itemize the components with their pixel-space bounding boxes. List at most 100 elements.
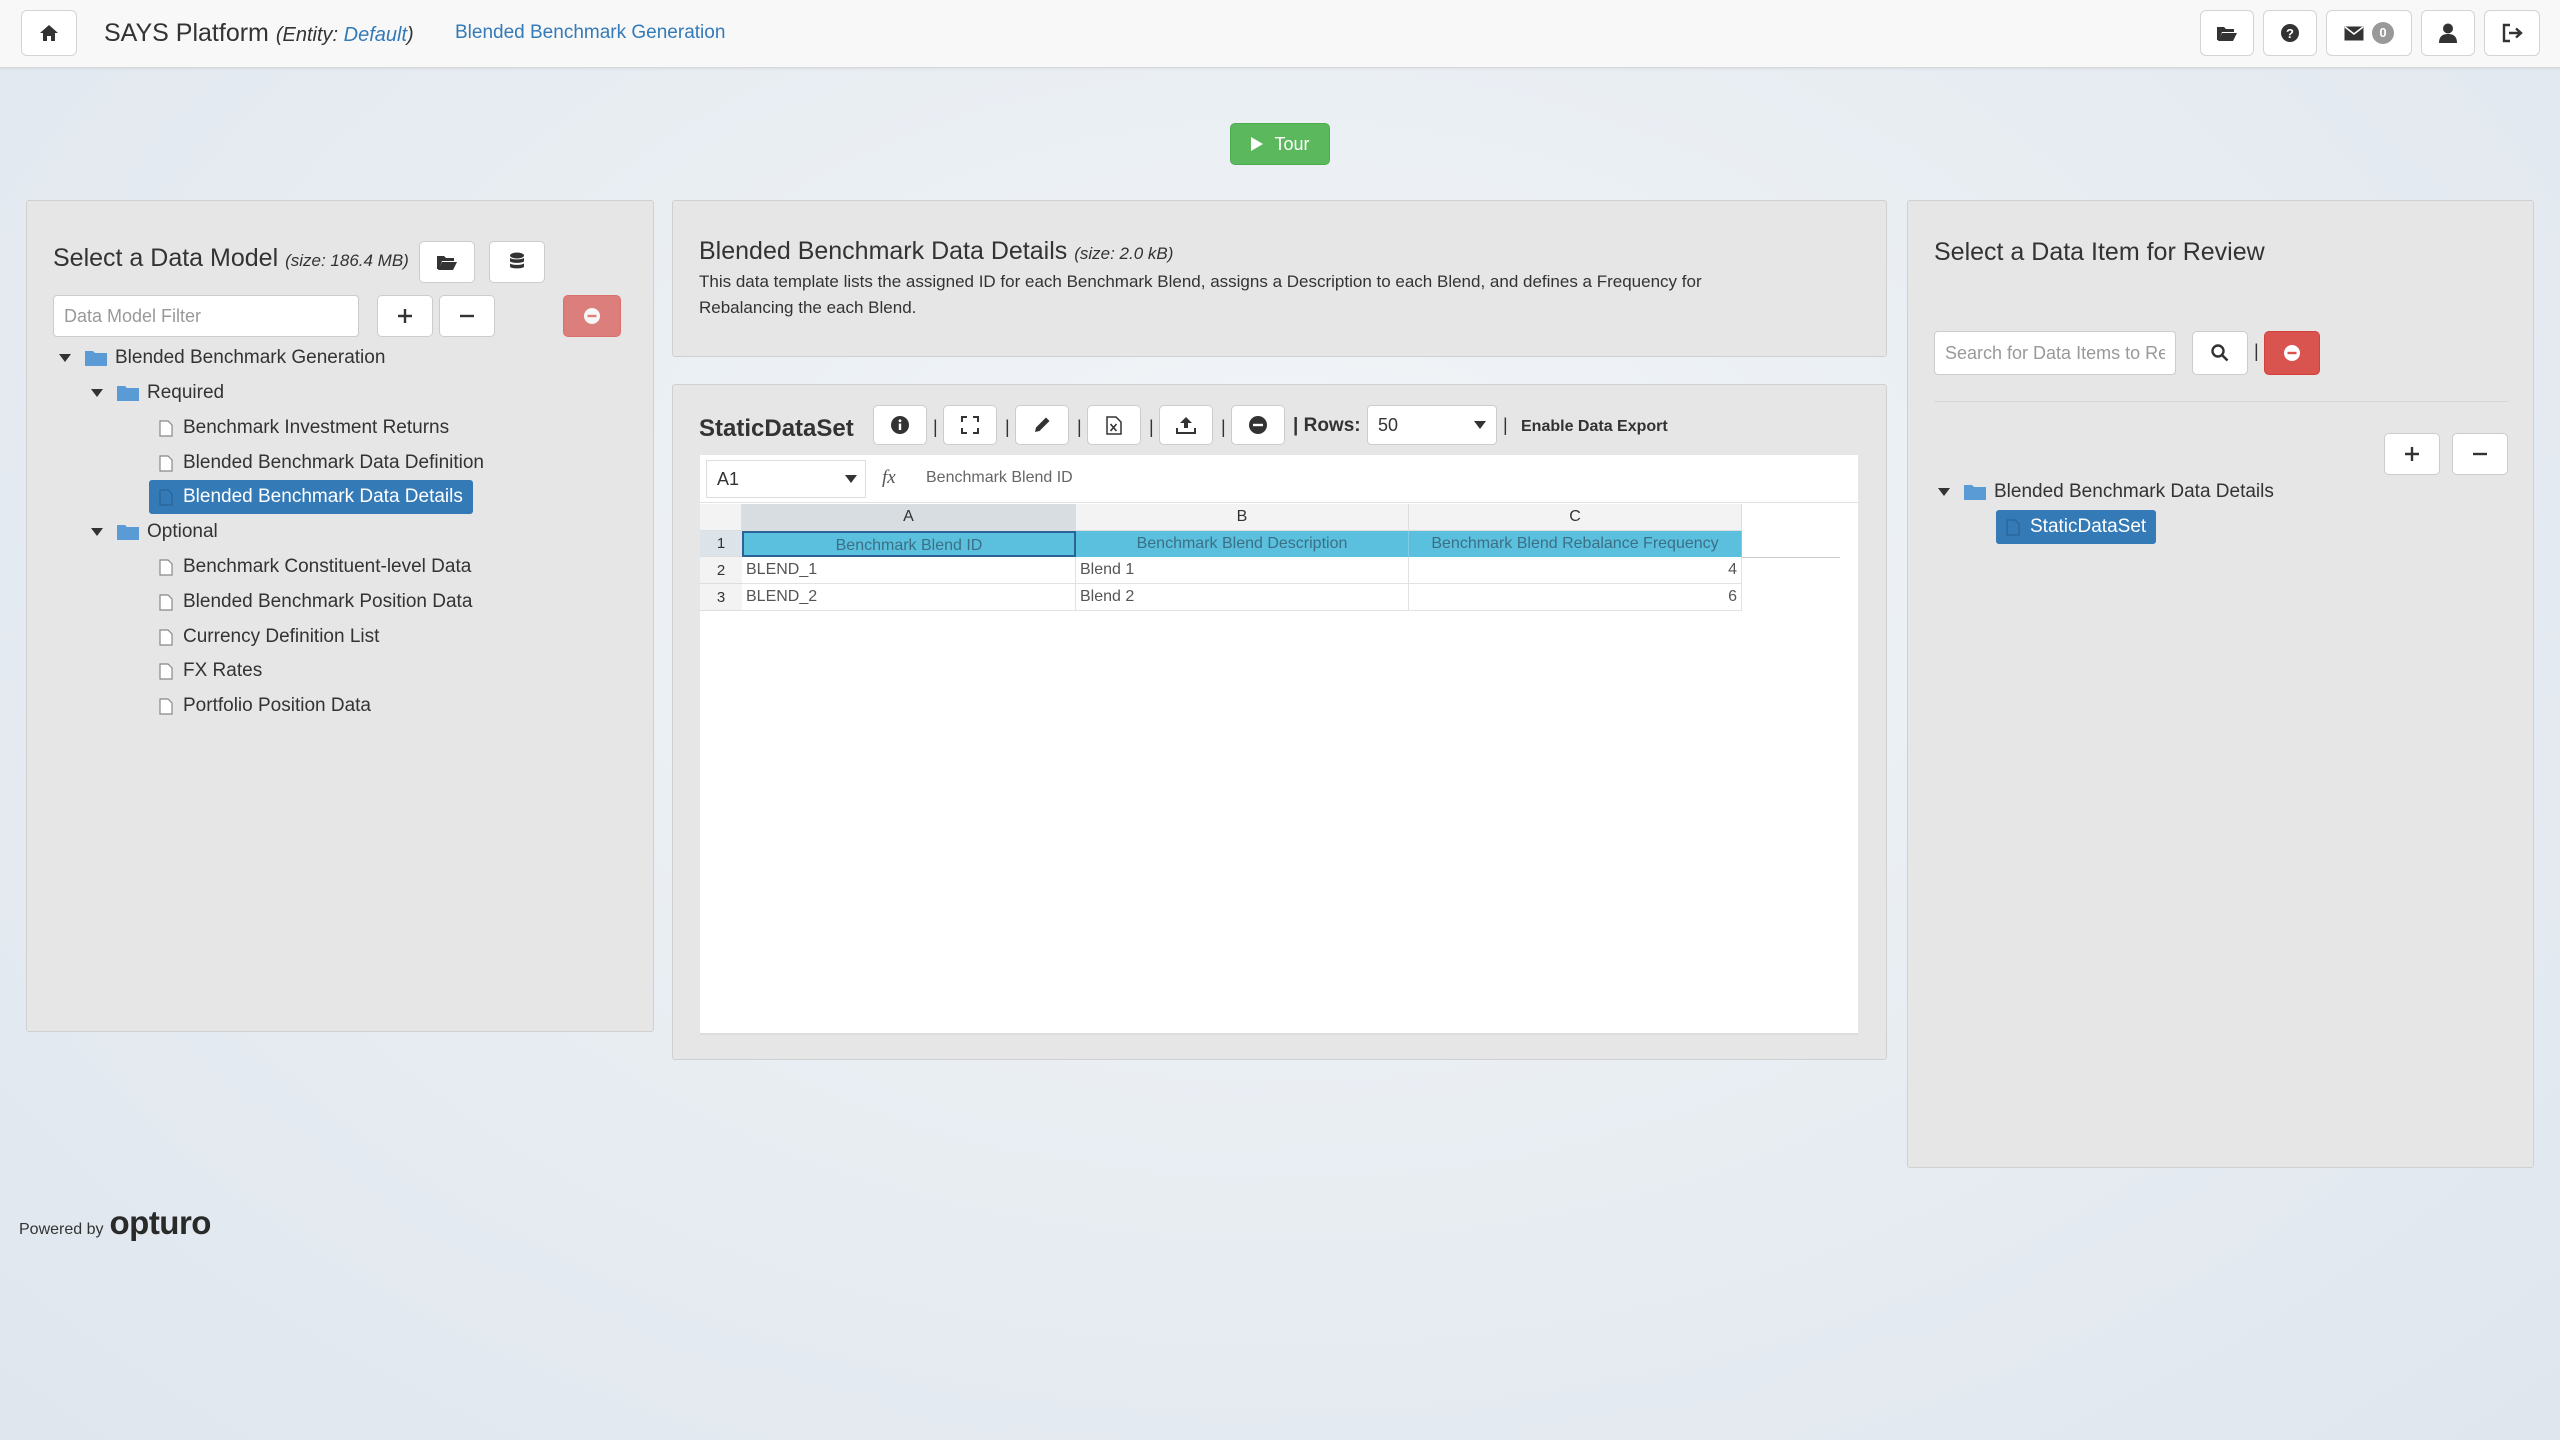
tree-node-label: Blended Benchmark Generation <box>115 347 386 368</box>
tree-leaf-blended-benchmark-data-definition[interactable]: Blended Benchmark Data Definition <box>159 446 484 480</box>
collapse-tree-button[interactable] <box>2452 433 2508 475</box>
file-icon <box>159 628 173 646</box>
minus-circle-icon <box>2283 344 2301 362</box>
tree-node-optional[interactable]: Optional <box>87 515 218 549</box>
caret-down-icon <box>845 475 857 483</box>
opturo-logo: opturo <box>109 1204 212 1241</box>
cell-b2[interactable]: Blend 1 <box>1076 557 1409 584</box>
tree-leaf-fx-rates[interactable]: FX Rates <box>159 654 262 688</box>
cell-reference-box[interactable]: A1 <box>706 460 866 498</box>
cell-c3[interactable]: 6 <box>1409 584 1742 611</box>
powered-by-footer: Powered by opturo <box>19 1204 211 1242</box>
row-header-2[interactable]: 2 <box>700 557 742 584</box>
row-header-3[interactable]: 3 <box>700 584 742 611</box>
fullscreen-button[interactable] <box>943 405 997 445</box>
formula-input[interactable]: Benchmark Blend ID <box>926 469 1073 487</box>
entity-value[interactable]: Default <box>344 24 407 46</box>
toolbar-separator: | <box>1077 417 1082 437</box>
breadcrumb-link[interactable]: Blended Benchmark Generation <box>455 22 725 44</box>
tree-leaf-currency-definition-list[interactable]: Currency Definition List <box>159 620 379 654</box>
data-model-panel: Select a Data Model (size: 186.4 MB) Ble… <box>26 200 654 1032</box>
info-button[interactable] <box>873 405 927 445</box>
tree-leaf-label: Blended Benchmark Data Details <box>183 486 463 507</box>
tree-node-root[interactable]: Blended Benchmark Generation <box>55 341 385 375</box>
search-button[interactable] <box>2192 331 2248 375</box>
caret-down-icon[interactable] <box>55 354 75 362</box>
data-model-filter-input[interactable] <box>53 295 359 337</box>
toolbar-separator: | <box>1503 415 1508 435</box>
database-button[interactable] <box>489 241 545 283</box>
tree-leaf-blended-benchmark-position-data[interactable]: Blended Benchmark Position Data <box>159 585 472 619</box>
header-cell-c1[interactable]: Benchmark Blend Rebalance Frequency <box>1409 531 1742 557</box>
tree-leaf-benchmark-investment-returns[interactable]: Benchmark Investment Returns <box>159 411 449 445</box>
toolbar-separator: | <box>933 417 938 437</box>
clear-search-button[interactable] <box>2264 331 2320 375</box>
plus-icon <box>2404 446 2420 462</box>
file-icon <box>2006 518 2020 536</box>
toolbar-separator: | <box>1149 417 1154 437</box>
caret-down-icon[interactable] <box>87 389 107 397</box>
cell-a2[interactable]: BLEND_1 <box>742 557 1076 584</box>
top-navbar: SAYS Platform (Entity: Default) Blended … <box>0 0 2560 68</box>
file-icon <box>159 419 173 437</box>
rows-label: | Rows: <box>1293 415 1361 436</box>
tree-leaf-benchmark-constituent-level-data[interactable]: Benchmark Constituent-level Data <box>159 550 471 584</box>
data-item-search-input[interactable] <box>1934 331 2176 375</box>
formula-bar: A1 fx Benchmark Blend ID <box>700 455 1858 503</box>
review-tree-selected[interactable]: StaticDataSet <box>1996 510 2157 544</box>
tour-button[interactable]: Tour <box>1230 123 1330 165</box>
file-icon <box>159 593 173 611</box>
selected-tree-node[interactable]: StaticDataSet <box>1996 510 2157 544</box>
cell-b3[interactable]: Blend 2 <box>1076 584 1409 611</box>
enable-data-export-link[interactable]: Enable Data Export <box>1521 418 1668 436</box>
rows-select[interactable]: 50 <box>1367 405 1497 445</box>
open-folder-button[interactable] <box>2200 10 2254 56</box>
home-icon <box>39 24 59 42</box>
cell-c2[interactable]: 4 <box>1409 557 1742 584</box>
edit-button[interactable] <box>1015 405 1069 445</box>
excel-export-button[interactable] <box>1087 405 1141 445</box>
tree-node-label: Blended Benchmark Data Details <box>1994 481 2274 502</box>
cell-a3[interactable]: BLEND_2 <box>742 584 1076 611</box>
column-header-c[interactable]: C <box>1409 504 1742 531</box>
collapse-all-button[interactable] <box>439 295 495 337</box>
sign-out-icon <box>2501 23 2523 43</box>
spreadsheet[interactable]: A1 fx Benchmark Blend ID A B C 1 Benchma… <box>700 455 1858 1035</box>
folder-icon <box>117 385 139 401</box>
header-cell-a1[interactable]: Benchmark Blend ID <box>742 531 1076 557</box>
question-circle-icon: ? <box>2280 23 2300 43</box>
caret-down-icon[interactable] <box>1934 488 1954 496</box>
messages-button[interactable]: 0 <box>2326 10 2412 56</box>
tree-leaf-label: Benchmark Constituent-level Data <box>183 556 472 577</box>
search-icon <box>2211 344 2229 362</box>
help-button[interactable]: ? <box>2263 10 2317 56</box>
open-model-button[interactable] <box>419 241 475 283</box>
tree-node-label: Optional <box>147 521 218 542</box>
fx-icon: fx <box>882 467 896 488</box>
tree-node-required[interactable]: Required <box>87 376 224 410</box>
review-tree-root[interactable]: Blended Benchmark Data Details <box>1934 475 2274 509</box>
envelope-icon <box>2344 25 2364 41</box>
remove-button[interactable] <box>1231 405 1285 445</box>
file-icon <box>159 697 173 715</box>
tree-leaf-portfolio-position-data[interactable]: Portfolio Position Data <box>159 689 371 723</box>
column-header-a[interactable]: A <box>742 504 1076 531</box>
data-item-review-panel: Select a Data Item for Review | Blended … <box>1907 200 2534 1168</box>
home-button[interactable] <box>21 10 77 56</box>
entity-label: (Entity: Default) <box>275 24 414 46</box>
upload-button[interactable] <box>1159 405 1213 445</box>
folder-open-icon <box>436 253 458 271</box>
panel-divider <box>1934 401 2508 402</box>
corner-cell[interactable] <box>700 504 742 531</box>
column-header-b[interactable]: B <box>1076 504 1409 531</box>
header-cell-b1[interactable]: Benchmark Blend Description <box>1076 531 1409 557</box>
logout-button[interactable] <box>2484 10 2540 56</box>
caret-down-icon[interactable] <box>87 528 107 536</box>
user-profile-button[interactable] <box>2421 10 2475 56</box>
expand-all-button[interactable] <box>377 295 433 337</box>
tree-leaf-blended-benchmark-data-details[interactable]: Blended Benchmark Data Details <box>149 480 473 514</box>
clear-filter-button[interactable] <box>563 295 621 337</box>
expand-tree-button[interactable] <box>2384 433 2440 475</box>
selected-tree-node[interactable]: Blended Benchmark Data Details <box>149 480 473 514</box>
row-header-1[interactable]: 1 <box>700 531 742 557</box>
